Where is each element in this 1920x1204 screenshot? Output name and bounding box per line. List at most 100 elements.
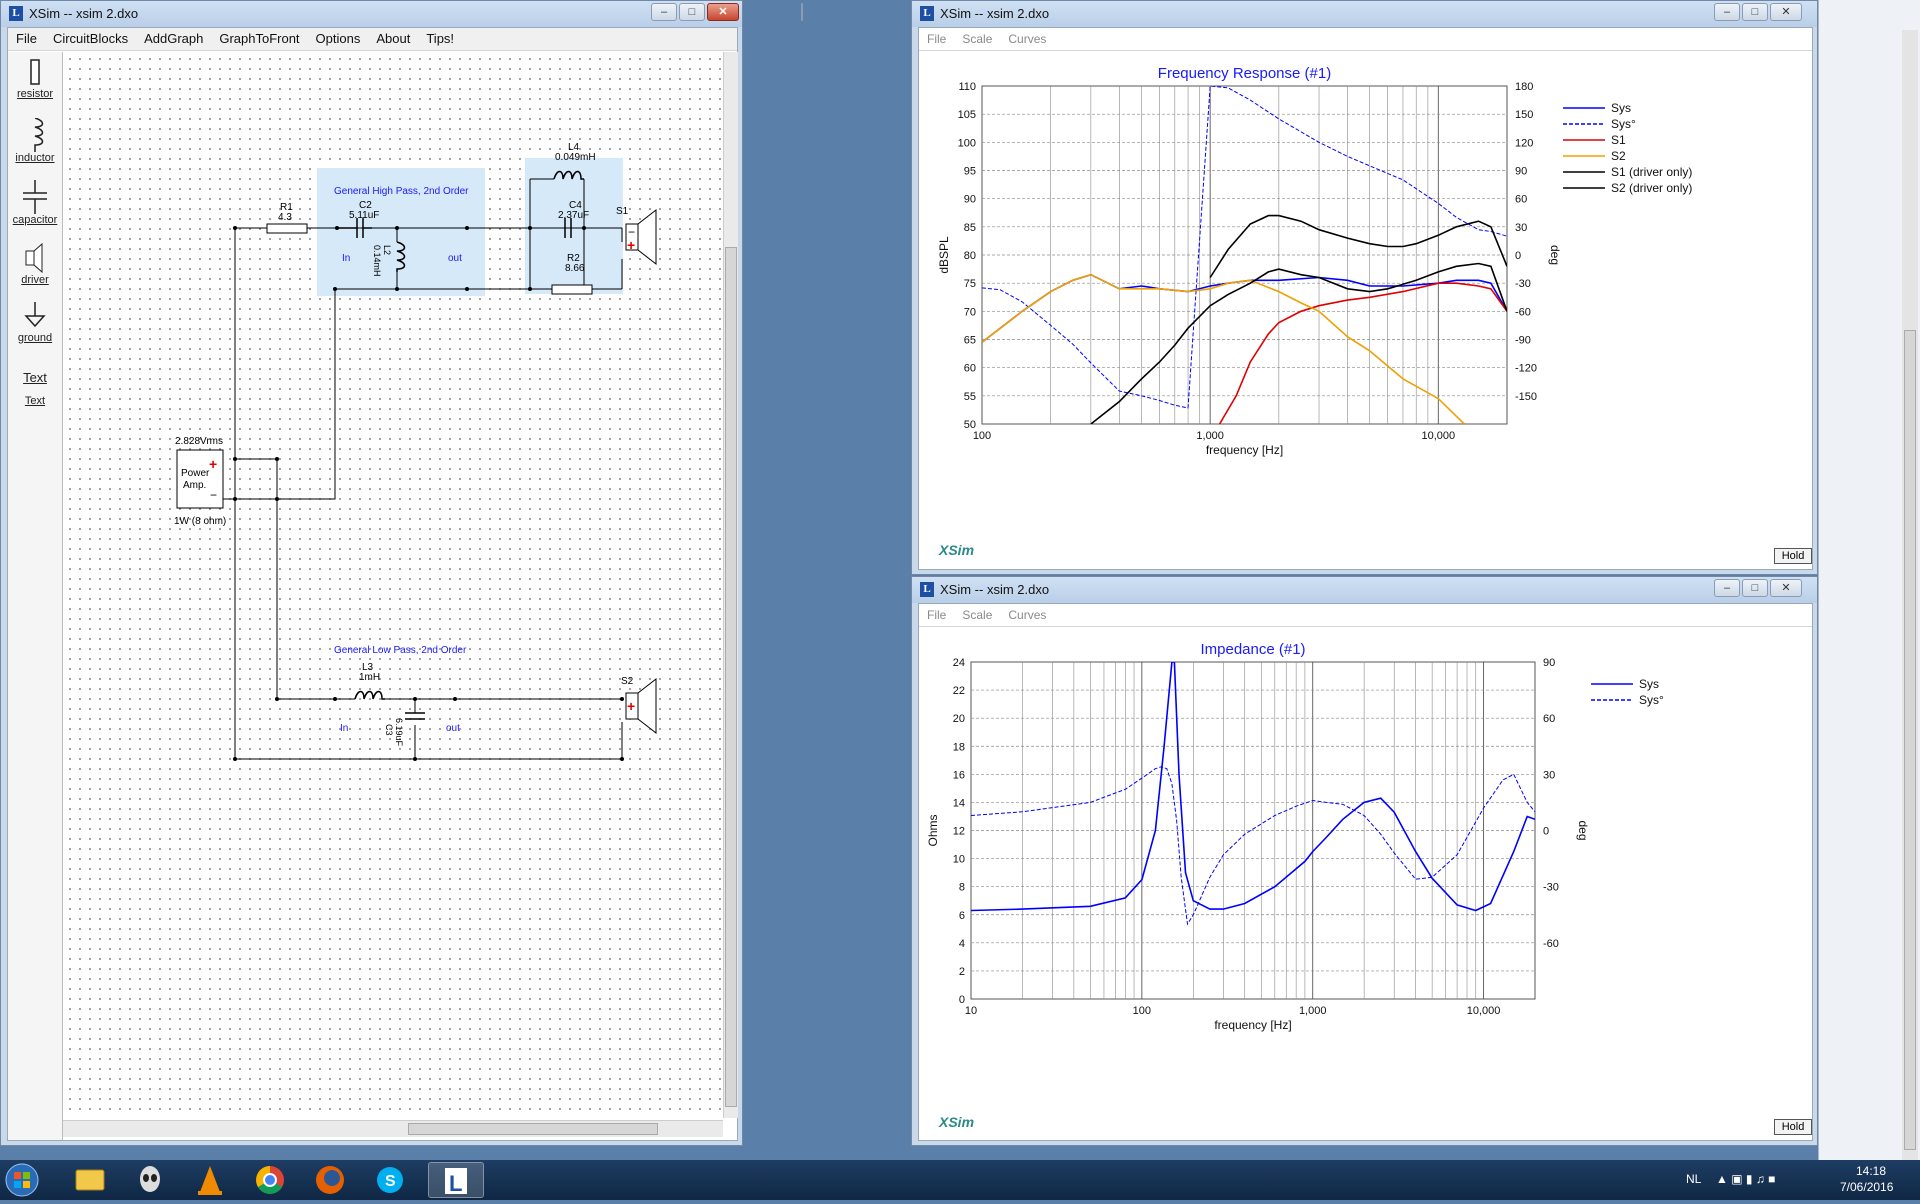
taskbar-skype[interactable]: S <box>362 1162 418 1198</box>
c4-value: 2.37uF <box>558 210 589 221</box>
svg-text:S: S <box>385 1173 396 1190</box>
text-icon: Text <box>23 370 47 385</box>
fr-menu-file[interactable]: File <box>919 28 954 50</box>
circuit-maximize-button[interactable]: □ <box>679 3 705 21</box>
circuit-horizontal-scrollbar[interactable] <box>63 1120 723 1137</box>
minimize-icon[interactable] <box>801 3 803 21</box>
resistor-r1[interactable] <box>266 223 308 234</box>
driver-s1[interactable]: + − <box>625 208 657 266</box>
xsim-taskbar-icon: L <box>445 1168 467 1196</box>
fr-menu-curves[interactable]: Curves <box>1000 28 1054 50</box>
lp-out-label: out <box>446 723 460 734</box>
background-scroll-thumb[interactable] <box>1904 330 1916 1150</box>
imp-hold-button[interactable]: Hold <box>1774 1119 1812 1135</box>
inductor-l3[interactable] <box>354 690 385 700</box>
imp-menu-curves[interactable]: Curves <box>1000 604 1054 626</box>
fr-legend-label: S2 <box>1611 149 1626 163</box>
start-button[interactable] <box>4 1162 48 1198</box>
imp-window-titlebar[interactable]: L XSim -- xsim 2.dxo – □ ✕ <box>912 577 1817 603</box>
tray-clock-date[interactable]: 7/06/2016 <box>1840 1180 1893 1194</box>
frequency-response-chart: 50556065707580859095100105110-150-120-90… <box>937 65 1692 457</box>
amp-minus: − <box>210 488 217 502</box>
taskbar-chrome[interactable] <box>242 1162 298 1198</box>
circuit-minimize-control[interactable]: – <box>651 3 677 21</box>
circuit-client-area: File CircuitBlocks AddGraph GraphToFront Opt… <box>7 27 738 1141</box>
lp-block-title: General Low Pass, 2nd Order <box>334 645 467 656</box>
fr-client-area: File Scale Curves 50 55 60 65 70 75 80 85 90 95 100 1… <box>918 27 1813 570</box>
amp-label-line2: Amp. <box>183 480 206 491</box>
circuit-hscroll-thumb[interactable] <box>408 1123 658 1135</box>
tray-language[interactable]: NL <box>1686 1172 1701 1186</box>
taskbar-vlc[interactable] <box>182 1162 238 1198</box>
fr-hold-button[interactable]: Hold <box>1774 548 1812 564</box>
menu-tips[interactable]: Tips! <box>418 28 462 50</box>
fr-menu-scale[interactable]: Scale <box>954 28 1000 50</box>
amp-voltage: 2.828Vrms <box>175 436 223 447</box>
resistor-icon <box>30 59 40 85</box>
fr-y2-tick-label: 150 <box>1515 109 1533 121</box>
fr-window-titlebar[interactable]: L XSim -- xsim 2.dxo – □ ✕ <box>912 1 1817 27</box>
imp-menu-file[interactable]: File <box>919 604 954 626</box>
fr-close-button[interactable]: ✕ <box>1770 3 1802 21</box>
fr-legend-label: S1 <box>1611 133 1626 147</box>
tray-clock-time[interactable]: 14:18 <box>1856 1164 1886 1178</box>
background-scrollbar[interactable] <box>1902 30 1918 1160</box>
circuit-vertical-scrollbar[interactable] <box>723 52 738 1118</box>
imp-close-button[interactable]: ✕ <box>1770 579 1802 597</box>
tool-capacitor[interactable]: capacitor <box>8 180 62 228</box>
menu-about[interactable]: About <box>368 28 418 50</box>
imp-maximize-button[interactable]: □ <box>1742 579 1768 597</box>
imp-xsim-logo: XSim <box>939 1114 975 1130</box>
schematic-drawing: General High Pass, 2nd Order General Low… <box>174 142 657 761</box>
taskbar-xsim[interactable]: L <box>428 1162 484 1198</box>
component-toolbox: resistor inductor capacitor driver groun… <box>8 52 63 1140</box>
fr-xsim-logo: XSim <box>939 542 975 558</box>
fr-legend-label: Sys <box>1611 101 1631 115</box>
tool-driver[interactable]: driver <box>8 242 62 290</box>
c3-value: 6.19uF <box>394 718 404 747</box>
imp-x-tick-label: 10,000 <box>1467 1005 1501 1017</box>
imp-y2-tick-label: 0 <box>1543 826 1549 838</box>
menu-graphtofront[interactable]: GraphToFront <box>211 28 307 50</box>
menu-addgraph[interactable]: AddGraph <box>136 28 211 50</box>
resistor-r2[interactable] <box>551 284 593 295</box>
windows-start-icon <box>5 1163 39 1197</box>
imp-x-tick-label: 10 <box>965 1005 977 1017</box>
impedance-chart: 024681012141618202224-60-30030609010 100 1… <box>926 641 1664 1032</box>
schematic-canvas[interactable]: General High Pass, 2nd Order General Low… <box>63 52 723 1118</box>
fr-legend-label: S1 (driver only) <box>1611 165 1692 179</box>
tool-resistor[interactable]: resistor <box>8 58 62 106</box>
imp-menu-scale[interactable]: Scale <box>954 604 1000 626</box>
imp-window-title: XSim -- xsim 2.dxo <box>940 582 1050 597</box>
imp-y-axis-label: Ohms <box>926 814 940 846</box>
chrome-icon <box>256 1166 284 1194</box>
junctions <box>233 226 624 761</box>
taskbar-alien-app[interactable] <box>122 1162 178 1198</box>
taskbar-firefox[interactable] <box>302 1162 358 1198</box>
r2-value: 8.66 <box>565 263 585 274</box>
tool-text[interactable]: Text Text <box>8 364 62 412</box>
lp-in-label: In <box>340 723 348 734</box>
menu-options[interactable]: Options <box>308 28 369 50</box>
tool-label-resistor: resistor <box>16 88 54 100</box>
xsim-app-icon: L <box>9 6 23 21</box>
taskbar-explorer[interactable] <box>62 1162 118 1198</box>
fr-minimize-button[interactable]: – <box>1714 3 1740 21</box>
tray-icons[interactable]: ▲ ▣ ▮ ♫ ■ <box>1716 1172 1775 1186</box>
tool-label-driver: driver <box>21 274 49 286</box>
alien-icon <box>140 1166 160 1192</box>
fr-y2-axis-label: deg <box>1548 245 1562 265</box>
tool-inductor[interactable]: inductor <box>8 118 62 166</box>
menu-file[interactable]: File <box>8 28 45 50</box>
circuit-vscroll-thumb[interactable] <box>725 247 737 1107</box>
capacitor-c3[interactable] <box>405 712 425 720</box>
menu-circuitblocks[interactable]: CircuitBlocks <box>45 28 136 50</box>
circuit-window-titlebar[interactable]: L XSim -- xsim 2.dxo <box>1 1 803 27</box>
driver-s2[interactable]: + − <box>625 677 657 735</box>
circuit-close-button[interactable]: ✕ <box>707 3 739 21</box>
fr-maximize-button[interactable]: □ <box>1742 3 1768 21</box>
imp-y2-tick-label: 60 <box>1543 713 1555 725</box>
tool-ground[interactable]: ground <box>8 302 62 350</box>
power-amp[interactable]: + − Power Amp. <box>176 449 224 509</box>
imp-minimize-button[interactable]: – <box>1714 579 1740 597</box>
